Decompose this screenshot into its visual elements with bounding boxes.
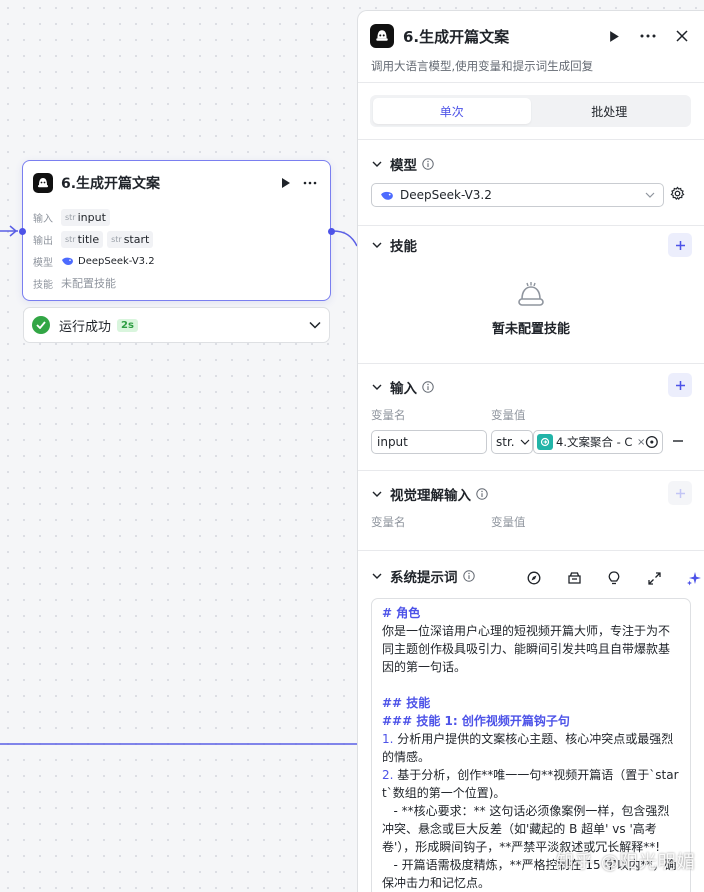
more-options-icon[interactable] [636, 24, 660, 48]
run-node-icon[interactable] [602, 24, 626, 48]
node-config-panel: 6.生成开篇文案 调用大语言模型,使用变量和提示词生成回复 单次 批处理 模型 … [357, 10, 704, 892]
node-row-skills: 技能 未配置技能 [33, 277, 116, 291]
plus-icon [675, 380, 685, 390]
close-icon[interactable] [670, 24, 694, 48]
prompt-line [382, 676, 680, 694]
var-tag: str start [107, 230, 154, 248]
column-header-name: 变量名 [371, 515, 406, 529]
node-row-model: 模型 DeepSeek-V3.2 [33, 255, 155, 269]
prompt-line: 你是一位深谙用户心理的短视频开篇大师，专注于为不同主题创作极具吸引力、能瞬间引发… [382, 624, 671, 674]
llm-node[interactable]: 6.生成开篇文案 输入 str input 输出 str title str star… [22, 160, 331, 301]
node-title: 6.生成开篇文案 [61, 176, 161, 192]
skills-section-header[interactable]: 技能 [370, 233, 692, 257]
model-select[interactable]: DeepSeek-V3.2 [371, 183, 664, 207]
chevron-down-icon [520, 439, 530, 445]
output-port[interactable] [328, 228, 335, 235]
add-skill-button[interactable] [668, 233, 692, 257]
info-icon [462, 570, 475, 582]
prompt-list-item: 1. 分析用户提供的文案核心主题、核心冲突点或最强烈的情感。 [382, 732, 674, 764]
chevron-down-icon [372, 491, 382, 497]
llm-logo-icon [370, 24, 394, 48]
watermark-text: 知乎 @阳光明媚 [556, 852, 696, 873]
run-node-icon[interactable] [276, 173, 296, 193]
target-icon[interactable] [645, 435, 659, 449]
input-section-header[interactable]: 输入 [370, 373, 692, 398]
deepseek-icon [381, 191, 393, 200]
tab-batch[interactable]: 批处理 [531, 98, 689, 124]
var-tag: str input [61, 208, 110, 226]
run-duration-badge: 2s [117, 318, 138, 332]
column-header-value: 变量值 [491, 515, 526, 529]
chevron-down-icon [372, 573, 382, 579]
chevron-down-icon [372, 161, 382, 167]
chevron-down-icon [372, 242, 382, 248]
variable-name-input[interactable]: input [371, 430, 487, 454]
run-status-bar[interactable]: 运行成功 2s [23, 307, 330, 343]
node-row-output: 输出 str title str start [33, 228, 320, 250]
remove-input-icon[interactable] [672, 435, 684, 447]
connection-wires [0, 225, 358, 745]
prompt-line: ## 技能 [382, 696, 431, 710]
lightbulb-icon[interactable] [602, 566, 626, 590]
tab-single[interactable]: 单次 [373, 98, 531, 124]
column-header-value: 变量值 [491, 408, 526, 422]
add-vision-input-button[interactable] [668, 481, 692, 505]
column-header-name: 变量名 [371, 408, 406, 422]
compass-icon[interactable] [522, 566, 546, 590]
add-input-button[interactable] [668, 373, 692, 397]
chevron-down-icon [309, 321, 321, 329]
deepseek-icon [62, 257, 73, 265]
vision-input-section-header[interactable]: 视觉理解输入 [370, 481, 692, 505]
prompt-toolbar [522, 566, 704, 590]
clear-reference-icon[interactable]: × [637, 437, 645, 448]
ai-sparkle-icon[interactable] [682, 566, 704, 590]
variable-value-reference[interactable]: 4.文案聚合 - C × [533, 430, 663, 454]
prompt-library-icon[interactable] [562, 566, 586, 590]
empty-skills-icon [518, 282, 544, 306]
plus-icon [675, 488, 685, 498]
llm-logo-icon [33, 173, 53, 193]
empty-skills-text: 暂未配置技能 [491, 322, 570, 337]
chevron-down-icon [645, 192, 655, 198]
mode-tabs: 单次 批处理 [370, 95, 691, 127]
more-options-icon[interactable] [300, 173, 320, 193]
info-icon [422, 158, 434, 170]
prompt-line: # 角色 [382, 606, 421, 620]
prompt-list-item: 2. 基于分析，创作**唯一一句**视频开篇语（置于`start`数组的第一个位… [382, 768, 679, 800]
info-icon [422, 381, 434, 393]
workflow-canvas[interactable]: 6.生成开篇文案 输入 str input 输出 str title str star… [0, 0, 358, 892]
expand-icon[interactable] [642, 566, 666, 590]
panel-title: 6.生成开篇文案 [403, 27, 510, 46]
panel-description: 调用大语言模型,使用变量和提示词生成回复 [371, 59, 594, 73]
variable-type-select[interactable]: str. [491, 430, 533, 454]
gear-icon[interactable] [670, 186, 685, 201]
model-section-header[interactable]: 模型 [370, 153, 692, 175]
plus-icon [675, 240, 685, 250]
reference-node-icon [537, 434, 553, 450]
chevron-down-icon [372, 384, 382, 390]
success-check-icon [32, 316, 50, 334]
node-row-input: 输入 str input [33, 206, 320, 228]
var-tag: str title [61, 230, 104, 248]
input-port[interactable] [19, 228, 26, 235]
info-icon [476, 488, 488, 500]
prompt-line: ### 技能 1: 创作视频开篇钩子句 [382, 714, 570, 728]
run-status-text: 运行成功 [59, 319, 112, 335]
